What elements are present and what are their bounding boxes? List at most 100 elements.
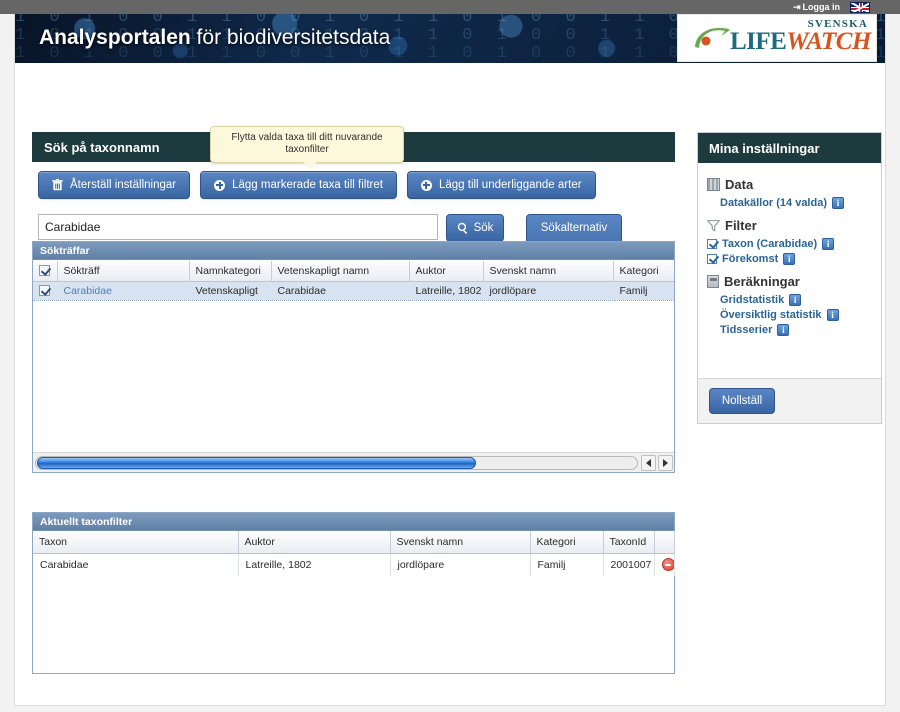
logo-watch-text: WATCH bbox=[786, 28, 871, 55]
cell-delete[interactable] bbox=[654, 553, 675, 576]
search-results-table: Sökträff Namnkategori Vetenskapligt namn… bbox=[33, 261, 674, 301]
checkbox-icon[interactable] bbox=[39, 285, 50, 296]
search-results-grid: Sökträffar Sökträff Namnkategori Vetensk… bbox=[32, 241, 675, 473]
sidebar-body: Data Datakällor (14 valda) i Filter Taxo… bbox=[698, 163, 881, 378]
sidebar-item-tidsserier-label: Tidsserier bbox=[720, 323, 773, 336]
sidebar-item-datakallor-label: Datakällor (14 valda) bbox=[720, 196, 827, 209]
col-kategori[interactable]: Kategori bbox=[613, 261, 674, 282]
chevron-left-icon bbox=[646, 458, 651, 467]
checkbox-icon[interactable] bbox=[707, 238, 717, 249]
cell-svenskt-namn: jordlöpare bbox=[483, 281, 614, 301]
cell-auktor: Latreille, 1802 bbox=[409, 281, 484, 301]
sidebar-item-forekomst[interactable]: Förekomst i bbox=[707, 251, 881, 266]
col-kategori[interactable]: Kategori bbox=[530, 531, 604, 554]
sidebar-item-taxon[interactable]: Taxon (Carabidae) i bbox=[707, 236, 881, 251]
page-title-strong: Analysportalen bbox=[39, 26, 191, 49]
reset-button[interactable]: Nollställ bbox=[709, 388, 775, 414]
login-label: Logga in bbox=[802, 2, 841, 12]
checkbox-icon[interactable] bbox=[707, 253, 717, 264]
sidebar-group-filter: Filter Taxon (Carabidae) i Förekomst i bbox=[698, 214, 881, 266]
scroll-right-button[interactable] bbox=[658, 454, 673, 471]
sidebar-item-gridstatistik[interactable]: Gridstatistik i bbox=[720, 292, 881, 307]
sidebar-group-berakningar-header: Beräkningar bbox=[698, 270, 881, 292]
scroll-left-button[interactable] bbox=[641, 454, 656, 471]
calculator-icon bbox=[707, 275, 719, 288]
sidebar-group-filter-header: Filter bbox=[698, 214, 881, 236]
taxon-link[interactable]: Carabidae bbox=[64, 285, 112, 297]
top-utility-bar: ⇥ Logga in bbox=[0, 0, 900, 14]
search-icon bbox=[457, 222, 467, 234]
sidebar-group-data: Data Datakällor (14 valda) i bbox=[698, 173, 881, 210]
delete-icon[interactable] bbox=[661, 557, 673, 571]
reset-settings-label: Återställ inställningar bbox=[70, 179, 177, 191]
trash-icon bbox=[52, 179, 63, 191]
search-options-label: Sökalternativ bbox=[540, 222, 608, 234]
col-auktor[interactable]: Auktor bbox=[409, 261, 484, 282]
add-subordinate-species-button[interactable]: Lägg till underliggande arter bbox=[406, 171, 596, 199]
col-taxonid[interactable]: TaxonId bbox=[603, 531, 655, 554]
scrollbar-track[interactable] bbox=[35, 455, 638, 470]
info-icon[interactable]: i bbox=[777, 323, 790, 336]
logo-wordmark: LIFEWATCH bbox=[730, 28, 871, 56]
col-actions bbox=[654, 531, 675, 554]
sidebar-group-filter-label: Filter bbox=[725, 218, 757, 233]
plus-circle-icon bbox=[420, 179, 432, 191]
cell-kategori: Familj bbox=[530, 553, 604, 576]
search-results-title: Sökträffar bbox=[33, 242, 674, 260]
info-icon[interactable]: i bbox=[789, 293, 802, 306]
lifewatch-logo[interactable]: SVENSKA LIFEWATCH bbox=[677, 14, 877, 62]
table-row[interactable]: Carabidae Vetenskapligt Carabidae Latrei… bbox=[33, 281, 674, 301]
col-auktor[interactable]: Auktor bbox=[238, 531, 391, 554]
table-row[interactable]: Carabidae Latreille, 1802 jordlöpare Fam… bbox=[33, 553, 675, 576]
table-header-row: Sökträff Namnkategori Vetenskapligt namn… bbox=[33, 261, 674, 282]
sidebar-item-forekomst-label: Förekomst bbox=[722, 252, 779, 265]
content-area: Sök på taxonnamn Flytta valda taxa till … bbox=[15, 111, 885, 705]
info-icon[interactable]: i bbox=[822, 237, 835, 250]
checkbox-icon[interactable] bbox=[39, 265, 50, 276]
scrollbar-thumb[interactable] bbox=[37, 456, 476, 469]
col-namnkategori[interactable]: Namnkategori bbox=[189, 261, 272, 282]
sidebar-item-oversiktlig-statistik[interactable]: Översiktlig statistik i bbox=[720, 307, 881, 322]
info-icon[interactable]: i bbox=[826, 308, 839, 321]
sign-in-icon: ⇥ bbox=[792, 2, 801, 12]
cell-taxon: Carabidae bbox=[33, 553, 239, 576]
search-button[interactable]: Sök bbox=[446, 214, 504, 242]
col-vetenskapligt-namn[interactable]: Vetenskapligt namn bbox=[271, 261, 410, 282]
col-sokträff[interactable]: Sökträff bbox=[57, 261, 190, 282]
uk-flag-icon[interactable] bbox=[850, 2, 870, 13]
my-settings-sidebar: Mina inställningar Data Datakällor (14 v… bbox=[697, 132, 882, 424]
search-results-body: Sökträff Namnkategori Vetenskapligt namn… bbox=[33, 261, 674, 452]
chevron-right-icon bbox=[663, 458, 668, 467]
reset-settings-button[interactable]: Återställ inställningar bbox=[38, 171, 191, 199]
horizontal-scrollbar[interactable] bbox=[33, 452, 674, 472]
col-taxon[interactable]: Taxon bbox=[33, 531, 239, 554]
search-button-label: Sök bbox=[473, 222, 494, 234]
add-marked-tooltip: Flytta valda taxa till ditt nuvarande ta… bbox=[210, 126, 404, 169]
sidebar-group-berakningar-label: Beräkningar bbox=[724, 274, 800, 289]
sidebar-group-data-header: Data bbox=[698, 173, 881, 195]
sidebar-item-gridstatistik-label: Gridstatistik bbox=[720, 293, 785, 306]
plus-circle-icon bbox=[214, 179, 226, 191]
taxon-search-input[interactable] bbox=[38, 214, 438, 240]
select-all-header[interactable] bbox=[33, 261, 58, 282]
cell-svenskt-namn: jordlöpare bbox=[390, 553, 531, 576]
info-icon[interactable]: i bbox=[783, 252, 796, 265]
sidebar-item-taxon-label: Taxon (Carabidae) bbox=[722, 237, 818, 250]
info-icon[interactable]: i bbox=[832, 196, 844, 209]
add-marked-taxa-button[interactable]: Lägg markerade taxa till filtret bbox=[200, 171, 397, 199]
cell-sokträff[interactable]: Carabidae bbox=[57, 281, 190, 301]
swoosh-icon bbox=[695, 25, 730, 48]
funnel-icon bbox=[707, 220, 720, 232]
sidebar-group-data-label: Data bbox=[725, 177, 754, 192]
cell-auktor: Latreille, 1802 bbox=[238, 553, 391, 576]
cell-vetenskapligt-namn: Carabidae bbox=[271, 281, 410, 301]
row-checkbox-cell[interactable] bbox=[33, 281, 58, 301]
col-svenskt-namn[interactable]: Svenskt namn bbox=[483, 261, 614, 282]
add-marked-taxa-label: Lägg markerade taxa till filtret bbox=[232, 179, 383, 191]
sidebar-group-filter-items: Taxon (Carabidae) i Förekomst i bbox=[698, 236, 881, 266]
login-link[interactable]: ⇥ Logga in bbox=[793, 1, 840, 13]
cell-taxonid: 2001007 bbox=[603, 553, 655, 576]
col-svenskt-namn[interactable]: Svenskt namn bbox=[390, 531, 531, 554]
sidebar-item-datakallor[interactable]: Datakällor (14 valda) i bbox=[720, 195, 881, 210]
sidebar-item-tidsserier[interactable]: Tidsserier i bbox=[720, 322, 881, 337]
